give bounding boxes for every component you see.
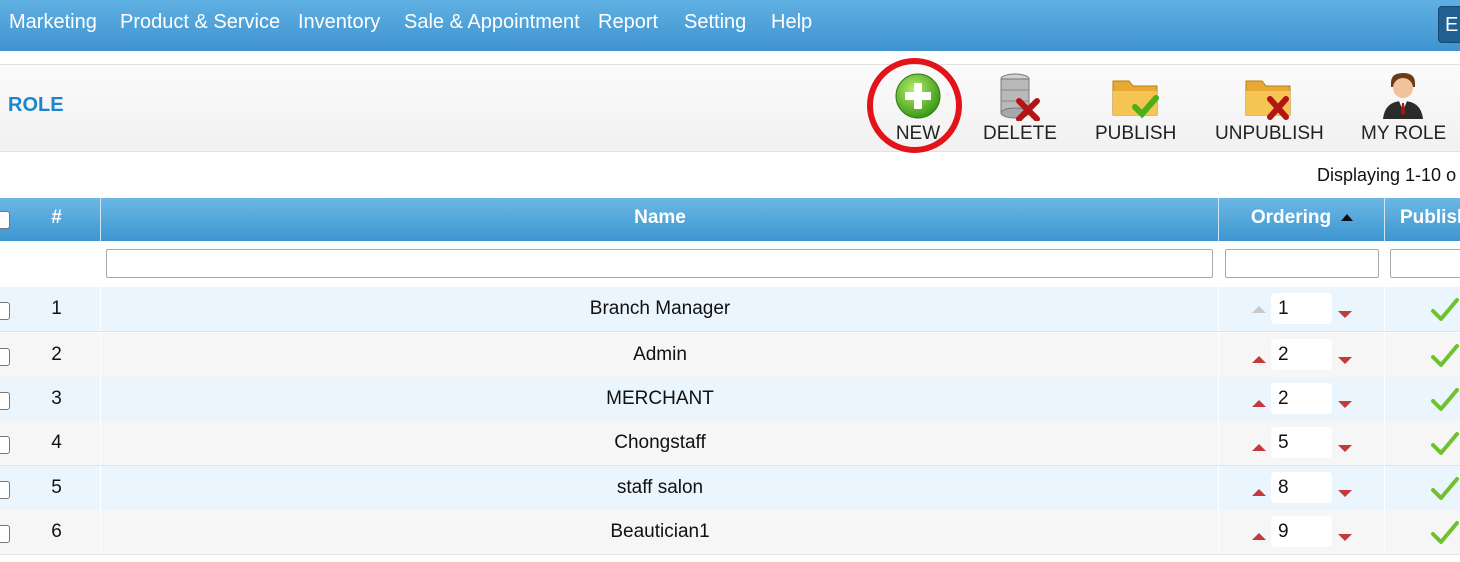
nav-marketing[interactable]: Marketing bbox=[9, 11, 97, 34]
order-up-icon[interactable] bbox=[1252, 356, 1266, 363]
row-number: 5 bbox=[51, 477, 62, 498]
row-name[interactable]: Admin bbox=[100, 333, 1219, 377]
row-checkbox[interactable] bbox=[0, 392, 10, 410]
highlight-circle bbox=[867, 58, 962, 153]
ordering-filter-input[interactable] bbox=[1225, 249, 1379, 278]
column-ordering[interactable]: Ordering bbox=[1218, 198, 1385, 241]
order-down-icon[interactable] bbox=[1338, 490, 1352, 497]
order-down-icon[interactable] bbox=[1338, 534, 1352, 541]
published-check-icon[interactable] bbox=[1430, 431, 1460, 457]
nav-sale-appointment[interactable]: Sale & Appointment bbox=[404, 11, 580, 34]
my-role-button-label: MY ROLE bbox=[1361, 123, 1447, 144]
row-number: 2 bbox=[51, 344, 62, 365]
published-check-icon[interactable] bbox=[1430, 520, 1460, 546]
user-icon bbox=[1383, 73, 1423, 119]
row-checkbox[interactable] bbox=[0, 481, 10, 499]
order-up-icon[interactable] bbox=[1252, 489, 1266, 496]
nav-help[interactable]: Help bbox=[771, 11, 812, 34]
publish-button-label: PUBLISH bbox=[1095, 123, 1177, 144]
row-number: 4 bbox=[51, 432, 62, 453]
row-checkbox[interactable] bbox=[0, 525, 10, 543]
nav-report[interactable]: Report bbox=[598, 11, 658, 34]
order-down-icon[interactable] bbox=[1338, 445, 1352, 452]
toolbar: ROLE NEW DELETE PUBLISH UNPUBLISH MY ROL… bbox=[0, 64, 1460, 152]
table-row[interactable]: 3 MERCHANT 2 bbox=[0, 377, 1460, 422]
table-row[interactable]: 2 Admin 2 bbox=[0, 333, 1460, 378]
filter-row bbox=[0, 241, 1460, 285]
row-checkbox[interactable] bbox=[0, 302, 10, 320]
column-number: # bbox=[51, 207, 62, 228]
row-number: 6 bbox=[51, 521, 62, 542]
order-up-icon[interactable] bbox=[1252, 533, 1266, 540]
row-name[interactable]: Chongstaff bbox=[100, 421, 1219, 465]
delete-button-label: DELETE bbox=[983, 123, 1057, 144]
order-value-input[interactable]: 2 bbox=[1271, 339, 1332, 370]
page-title: ROLE bbox=[8, 94, 64, 116]
unpublish-button-label: UNPUBLISH bbox=[1215, 123, 1324, 144]
order-value-input[interactable]: 9 bbox=[1271, 516, 1332, 547]
order-value-input[interactable]: 5 bbox=[1271, 427, 1332, 458]
row-checkbox[interactable] bbox=[0, 436, 10, 454]
sort-asc-icon bbox=[1341, 214, 1354, 222]
order-up-icon[interactable] bbox=[1252, 400, 1266, 407]
order-value-input[interactable]: 1 bbox=[1271, 293, 1332, 324]
row-name[interactable]: Branch Manager bbox=[100, 287, 1219, 331]
order-down-icon[interactable] bbox=[1338, 311, 1352, 318]
published-check-icon[interactable] bbox=[1430, 387, 1460, 413]
language-button[interactable]: E bbox=[1438, 6, 1460, 43]
publish-folder-icon bbox=[1112, 80, 1159, 119]
nav-setting[interactable]: Setting bbox=[684, 11, 746, 34]
row-name[interactable]: Beautician1 bbox=[100, 510, 1219, 554]
order-up-icon bbox=[1252, 306, 1266, 313]
published-filter-input[interactable] bbox=[1390, 249, 1460, 278]
unpublish-button[interactable]: UNPUBLISH bbox=[1215, 71, 1324, 145]
top-nav-bar: Marketing Product & Service Inventory Sa… bbox=[0, 0, 1460, 51]
column-ordering-label: Ordering bbox=[1250, 207, 1332, 228]
row-number: 3 bbox=[51, 388, 62, 409]
delete-icon bbox=[1000, 73, 1040, 121]
column-published[interactable]: Publish bbox=[1384, 198, 1460, 241]
order-up-icon[interactable] bbox=[1252, 444, 1266, 451]
my-role-button[interactable]: MY ROLE bbox=[1361, 71, 1447, 145]
row-checkbox[interactable] bbox=[0, 348, 10, 366]
column-name[interactable]: Name bbox=[100, 198, 1219, 241]
select-all-checkbox[interactable] bbox=[0, 211, 10, 229]
published-check-icon[interactable] bbox=[1430, 343, 1460, 369]
published-check-icon[interactable] bbox=[1430, 297, 1460, 323]
pagination-info: Displaying 1-10 o bbox=[1317, 165, 1457, 185]
unpublish-folder-icon bbox=[1245, 80, 1291, 120]
order-value-input[interactable]: 2 bbox=[1271, 383, 1332, 414]
table-row[interactable]: 1 Branch Manager 1 bbox=[0, 287, 1460, 332]
table-row[interactable]: 5 staff salon 8 bbox=[0, 466, 1460, 511]
table-row[interactable]: 6 Beautician1 9 bbox=[0, 510, 1460, 555]
row-number: 1 bbox=[51, 298, 62, 319]
order-down-icon[interactable] bbox=[1338, 401, 1352, 408]
row-name[interactable]: staff salon bbox=[100, 466, 1219, 510]
delete-button[interactable]: DELETE bbox=[983, 71, 1057, 145]
order-value-input[interactable]: 8 bbox=[1271, 472, 1332, 503]
publish-button[interactable]: PUBLISH bbox=[1095, 71, 1177, 145]
order-down-icon[interactable] bbox=[1338, 357, 1352, 364]
table-row[interactable]: 4 Chongstaff 5 bbox=[0, 421, 1460, 466]
table-header: # Name Ordering Publish bbox=[0, 198, 1460, 241]
row-name[interactable]: MERCHANT bbox=[100, 377, 1219, 421]
published-check-icon[interactable] bbox=[1430, 476, 1460, 502]
nav-product-service[interactable]: Product & Service bbox=[120, 11, 280, 34]
nav-inventory[interactable]: Inventory bbox=[298, 11, 380, 34]
name-filter-input[interactable] bbox=[106, 249, 1213, 278]
